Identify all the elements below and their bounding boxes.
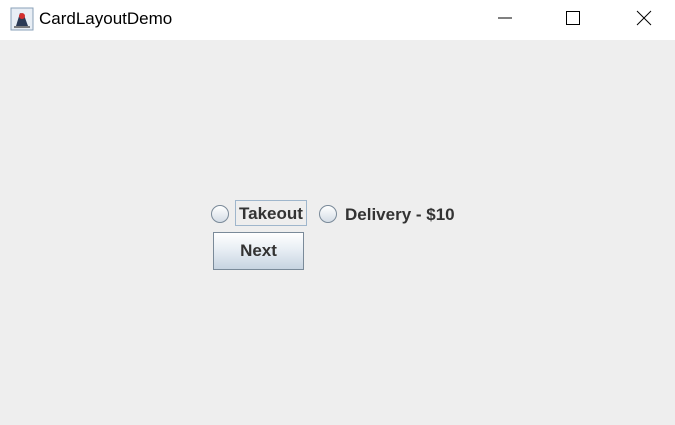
- takeout-label[interactable]: Takeout: [235, 200, 307, 226]
- minimize-icon: [498, 17, 512, 19]
- maximize-button[interactable]: [550, 0, 596, 36]
- next-button[interactable]: Next: [213, 232, 304, 270]
- close-button[interactable]: [621, 0, 667, 36]
- title-bar[interactable]: CardLayoutDemo: [0, 0, 675, 40]
- java-duke-icon: [10, 7, 34, 31]
- delivery-radio[interactable]: [319, 205, 337, 223]
- close-icon: [636, 10, 652, 26]
- maximize-icon: [566, 11, 580, 25]
- minimize-button[interactable]: [482, 0, 528, 36]
- app-window: CardLayoutDemo Takeout Delivery - $10 Ne…: [0, 0, 675, 425]
- takeout-radio[interactable]: [211, 205, 229, 223]
- delivery-label[interactable]: Delivery - $10: [345, 204, 455, 226]
- window-title: CardLayoutDemo: [39, 9, 173, 28]
- card-panel: Takeout Delivery - $10 Next: [0, 40, 675, 425]
